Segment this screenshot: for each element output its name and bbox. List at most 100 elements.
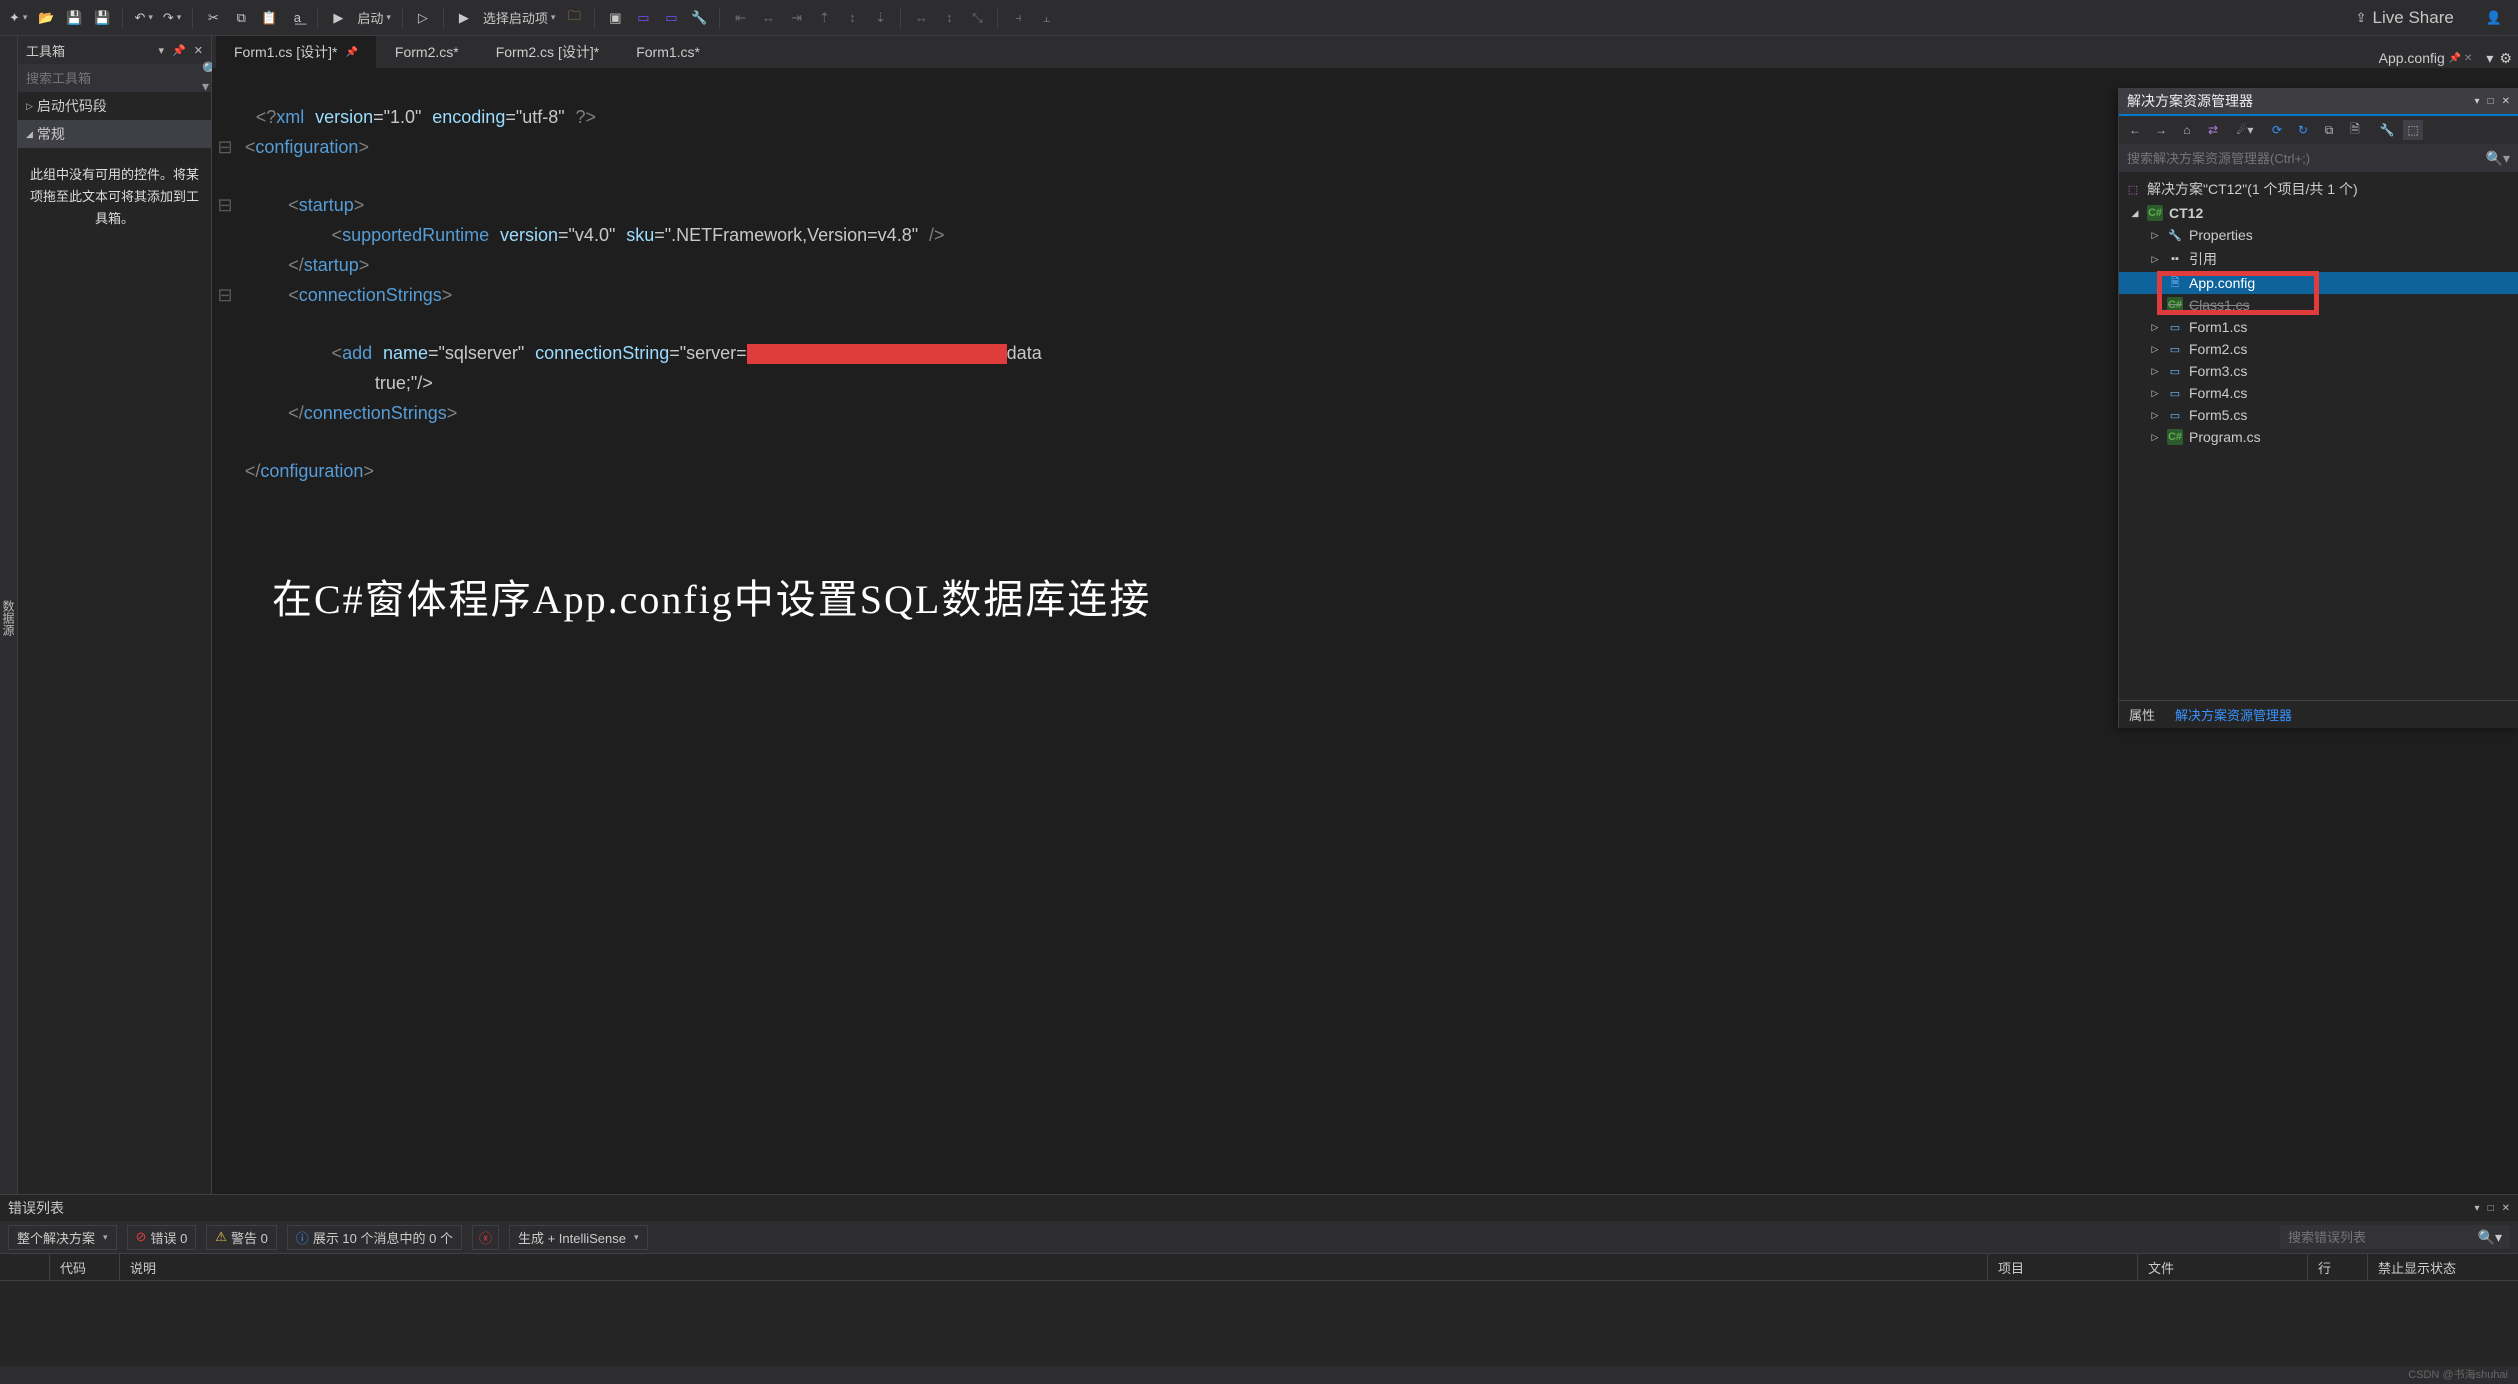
left-dock-strip[interactable]: 数据源	[0, 36, 18, 1194]
appconfig-node[interactable]: 🗎App.config	[2119, 272, 2518, 294]
save-icon[interactable]: 💾	[62, 6, 86, 30]
settings-icon[interactable]: ⬚	[2403, 120, 2423, 140]
folder-icon[interactable]: 🗀	[562, 6, 586, 30]
undo-icon[interactable]: ↶	[131, 6, 155, 30]
form1-node[interactable]: ▷▭Form1.cs	[2119, 316, 2518, 338]
panel-dropdown-icon[interactable]: ▾	[2475, 1203, 2480, 1214]
properties-icon[interactable]: 🔧	[2377, 120, 2397, 140]
align-left-icon[interactable]: ⇤	[728, 6, 752, 30]
refresh-icon[interactable]: ⟳	[2267, 120, 2287, 140]
account-icon[interactable]: 👤	[2486, 10, 2502, 26]
solution-explorer-title: 解决方案资源管理器	[2127, 91, 2253, 111]
scope-dropdown[interactable]: 整个解决方案	[8, 1225, 117, 1250]
switch-views-icon[interactable]: ⇄	[2203, 120, 2223, 140]
form4-node[interactable]: ▷▭Form4.cs	[2119, 382, 2518, 404]
class1-node[interactable]: C#Class1.cs	[2119, 294, 2518, 316]
toolbox-group-snippets[interactable]: ▷启动代码段	[18, 92, 211, 120]
format-icon[interactable]: a͟	[285, 6, 309, 30]
search-icon[interactable]: 🔍▾	[2478, 1229, 2502, 1246]
solution-root[interactable]: ⬚解决方案"CT12"(1 个项目/共 1 个)	[2119, 176, 2518, 202]
redo-icon[interactable]: ↷	[160, 6, 184, 30]
properties-node[interactable]: ▷🔧Properties	[2119, 224, 2518, 246]
hspace-icon[interactable]: ⫞	[1006, 6, 1030, 30]
panel-maximize-icon[interactable]: □	[2488, 96, 2494, 107]
panel-maximize-icon[interactable]: □	[2488, 1203, 2494, 1214]
collapse-icon[interactable]: ↻	[2293, 120, 2313, 140]
col-desc[interactable]: 说明	[120, 1254, 1988, 1280]
tab-form2-design[interactable]: Form2.cs [设计]*	[478, 36, 618, 68]
col-project[interactable]: 项目	[1988, 1254, 2138, 1280]
tab-form1-cs[interactable]: Form1.cs*	[618, 36, 719, 68]
form2-node[interactable]: ▷▭Form2.cs	[2119, 338, 2518, 360]
tab-form2-cs[interactable]: Form2.cs*	[377, 36, 478, 68]
launch-project-dropdown[interactable]: 选择启动项	[480, 6, 559, 30]
align-mid-icon[interactable]: ↕	[840, 6, 864, 30]
messages-filter[interactable]: ⓘ展示 10 个消息中的 0 个	[287, 1225, 462, 1250]
references-node[interactable]: ▷▪▪引用	[2119, 246, 2518, 272]
size-v-icon[interactable]: ↕	[937, 6, 961, 30]
liveshare-button[interactable]: Live Share	[2373, 8, 2454, 28]
sync-icon[interactable]: ☄▾	[2235, 120, 2255, 140]
prop-window-icon[interactable]: ▣	[603, 6, 627, 30]
size-both-icon[interactable]: ⤡	[965, 6, 989, 30]
panel-close-icon[interactable]: ✕	[2502, 96, 2510, 107]
form3-node[interactable]: ▷▭Form3.cs	[2119, 360, 2518, 382]
align-center-icon[interactable]: ↔	[756, 6, 780, 30]
launch-target-icon[interactable]: ▶	[452, 6, 476, 30]
form-icon: ▭	[2167, 363, 2183, 379]
col-icon[interactable]	[0, 1254, 50, 1280]
paste-icon[interactable]: 📋	[257, 6, 281, 30]
active-file-tab[interactable]: App.config 📌 ✕	[2371, 48, 2481, 68]
col-suppress[interactable]: 禁止显示状态	[2368, 1254, 2518, 1280]
tab-overflow-icon[interactable]: ▾	[2486, 50, 2493, 67]
layout-icon1[interactable]: ▭	[631, 6, 655, 30]
wrench-icon[interactable]: 🔧	[687, 6, 711, 30]
pin-icon[interactable]: 📌	[345, 47, 357, 58]
start-button[interactable]: 启动	[354, 6, 394, 30]
solution-search-input[interactable]	[2127, 151, 2486, 166]
forward-icon[interactable]: →	[2151, 120, 2171, 140]
properties-tab[interactable]: 属性	[2119, 701, 2165, 728]
copy-icon[interactable]: ⧉	[229, 6, 253, 30]
toolbox-group-general[interactable]: ◢常规	[18, 120, 211, 148]
search-icon[interactable]: 🔍▾	[2486, 150, 2510, 167]
new-item-dropdown[interactable]: ✦	[6, 6, 30, 30]
project-node[interactable]: ◢C#CT12	[2119, 202, 2518, 224]
liveshare-icon[interactable]: ⇪	[2356, 10, 2367, 26]
toolbox-empty-message: 此组中没有可用的控件。将某项拖至此文本可将其添加到工具箱。	[18, 148, 211, 246]
build-dropdown[interactable]: 生成 + IntelliSense	[509, 1225, 648, 1250]
align-top-icon[interactable]: ⇡	[812, 6, 836, 30]
toolbox-pin-icon[interactable]: 📌	[172, 44, 186, 57]
col-code[interactable]: 代码	[50, 1254, 120, 1280]
align-right-icon[interactable]: ⇥	[784, 6, 808, 30]
toolbox-close-icon[interactable]: ✕	[194, 44, 203, 57]
align-bot-icon[interactable]: ⇣	[868, 6, 892, 30]
form5-node[interactable]: ▷▭Form5.cs	[2119, 404, 2518, 426]
back-icon[interactable]: ←	[2125, 120, 2145, 140]
open-file-icon[interactable]: 📂	[34, 6, 58, 30]
clear-filter-icon[interactable]: ⓧ	[472, 1225, 499, 1250]
warnings-filter[interactable]: ⚠警告 0	[206, 1225, 277, 1250]
vspace-icon[interactable]: ⫠	[1034, 6, 1058, 30]
size-h-icon[interactable]: ↔	[909, 6, 933, 30]
preview-icon[interactable]: 🗎	[2345, 120, 2365, 140]
show-all-icon[interactable]: ⧉	[2319, 120, 2339, 140]
col-line[interactable]: 行	[2308, 1254, 2368, 1280]
toolbox-search-input[interactable]	[26, 71, 202, 86]
tab-form1-design[interactable]: Form1.cs [设计]*📌	[216, 36, 377, 68]
program-node[interactable]: ▷C#Program.cs	[2119, 426, 2518, 448]
save-all-icon[interactable]: 💾	[90, 6, 114, 30]
error-search-input[interactable]	[2288, 1230, 2478, 1245]
toolbox-dropdown-icon[interactable]: ▾	[159, 44, 165, 57]
col-file[interactable]: 文件	[2138, 1254, 2308, 1280]
solution-tab[interactable]: 解决方案资源管理器	[2165, 701, 2302, 728]
panel-dropdown-icon[interactable]: ▾	[2475, 96, 2480, 107]
start-noDebug-icon[interactable]: ▷	[411, 6, 435, 30]
cut-icon[interactable]: ✂	[201, 6, 225, 30]
panel-close-icon[interactable]: ✕	[2502, 1203, 2510, 1214]
errors-filter[interactable]: ⊘错误 0	[127, 1225, 197, 1250]
tab-settings-icon[interactable]: ⚙	[2499, 50, 2512, 67]
layout-icon2[interactable]: ▭	[659, 6, 683, 30]
start-icon[interactable]: ▶	[326, 6, 350, 30]
home-icon[interactable]: ⌂	[2177, 120, 2197, 140]
